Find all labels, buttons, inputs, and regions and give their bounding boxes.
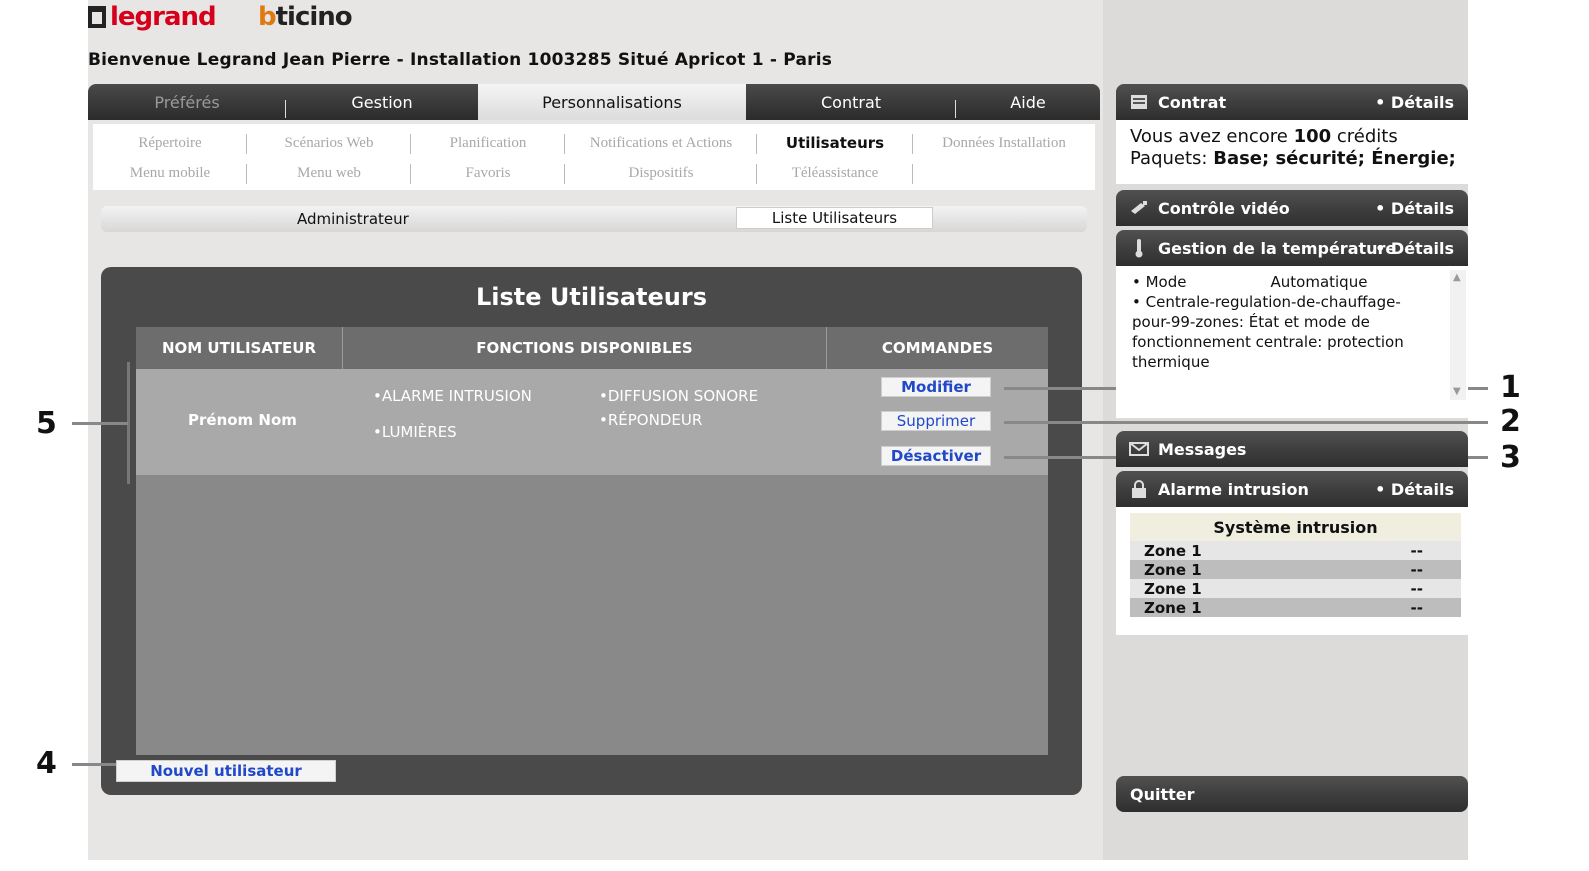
tab-gestion[interactable]: Gestion [286, 84, 478, 120]
document-icon [1128, 92, 1150, 112]
function-item: •DIFFUSION SONORE [599, 387, 759, 405]
scroll-down-icon[interactable]: ▼ [1453, 386, 1461, 397]
supprimer-button[interactable]: Supprimer [881, 411, 991, 431]
sub-item-menu-web[interactable]: Menu web [247, 158, 411, 188]
welcome-text: Bienvenue Legrand Jean Pierre - Installa… [88, 50, 833, 70]
users-table: NOM UTILISATEUR FONCTIONS DISPONIBLES CO… [136, 327, 1048, 755]
scroll-up-icon[interactable]: ▲ [1453, 272, 1461, 283]
callout-3: 3 [1500, 440, 1521, 475]
sub-menu-row-1: Répertoire Scénarios Web Planification N… [93, 128, 1095, 158]
sub-item-repertoire[interactable]: Répertoire [93, 128, 247, 158]
zone-row: Zone 1 -- [1130, 560, 1461, 579]
lock-icon [1128, 479, 1150, 499]
admin-bar: Administrateur Liste Utilisateurs [101, 206, 1087, 232]
sub-item-donnees-installation[interactable]: Données Installation [913, 128, 1095, 158]
system-intrusion-title: Système intrusion [1130, 513, 1461, 541]
tab-aide[interactable]: Aide [956, 84, 1100, 120]
panel-title: Liste Utilisateurs [476, 283, 707, 311]
function-item: •LUMIÈRES [373, 423, 457, 441]
function-item: •RÉPONDEUR [599, 411, 703, 429]
camera-icon [1128, 198, 1150, 218]
legrand-logo: legrand [88, 0, 217, 34]
sub-item-utilisateurs[interactable]: Utilisateurs [757, 128, 913, 158]
alarme-body: Système intrusion Zone 1 -- Zone 1 -- Zone… [1116, 507, 1468, 635]
bticino-logo: b ticino [258, 2, 353, 32]
table-row: Prénom Nom •ALARME INTRUSION •LUMIÈRES •… [136, 369, 1048, 475]
envelope-icon [1128, 439, 1150, 459]
zone-row: Zone 1 -- [1130, 541, 1461, 560]
main-tabs: Préférés Gestion Personnalisations Contr… [88, 84, 1100, 120]
credits-count: 100 [1293, 126, 1332, 147]
sub-item-teleassistance[interactable]: Téléassistance [757, 158, 913, 188]
quitter-button[interactable]: Quitter [1116, 776, 1468, 812]
video-header[interactable]: Contrôle vidéo • Détails [1116, 190, 1468, 226]
thermometer-icon [1128, 238, 1150, 258]
mode-value: Automatique [1270, 273, 1368, 291]
legrand-mark-icon [88, 6, 106, 28]
zone-row: Zone 1 -- [1130, 579, 1461, 598]
callout-line-4 [72, 763, 116, 766]
video-details-link[interactable]: • Détails [1375, 199, 1454, 218]
tab-personnalisations[interactable]: Personnalisations [478, 84, 746, 120]
system-intrusion-table: Système intrusion Zone 1 -- Zone 1 -- Zone… [1130, 513, 1461, 617]
sub-item-scenarios-web[interactable]: Scénarios Web [247, 128, 411, 158]
contrat-details-link[interactable]: • Détails [1375, 93, 1454, 112]
nouvel-utilisateur-button[interactable]: Nouvel utilisateur [116, 760, 336, 782]
packages-list: Base; sécurité; Énergie; [1213, 148, 1456, 169]
tab-contrat[interactable]: Contrat [746, 84, 956, 120]
temperature-scrollbar[interactable]: ▲ ▼ [1450, 270, 1466, 400]
liste-utilisateurs-tab[interactable]: Liste Utilisateurs [736, 207, 933, 229]
temperature-body: • Mode Automatique • Centrale-regulation-… [1116, 266, 1468, 418]
alarme-header[interactable]: Alarme intrusion • Détails [1116, 471, 1468, 507]
messages-header[interactable]: Messages [1116, 431, 1468, 467]
sub-item-planification[interactable]: Planification [411, 128, 565, 158]
desactiver-button[interactable]: Désactiver [881, 446, 991, 466]
sub-menu-row-2: Menu mobile Menu web Favoris Dispositifs… [93, 158, 913, 188]
contrat-header[interactable]: Contrat • Détails [1116, 84, 1468, 120]
header-fonctions: FONCTIONS DISPONIBLES [343, 327, 827, 369]
function-item: •ALARME INTRUSION [373, 387, 532, 405]
administrateur-tab[interactable]: Administrateur [297, 210, 409, 228]
zone-row: Zone 1 -- [1130, 598, 1461, 617]
callout-2: 2 [1500, 404, 1521, 439]
header-commandes: COMMANDES [881, 339, 994, 357]
alarme-details-link[interactable]: • Détails [1375, 480, 1454, 499]
table-header: NOM UTILISATEUR FONCTIONS DISPONIBLES CO… [136, 327, 1048, 369]
callout-4: 4 [36, 746, 57, 781]
callout-line-2 [1004, 421, 1488, 424]
sub-item-favoris[interactable]: Favoris [411, 158, 565, 188]
sub-item-notifications[interactable]: Notifications et Actions [565, 128, 757, 158]
callout-1: 1 [1500, 370, 1521, 405]
modifier-button[interactable]: Modifier [881, 377, 991, 397]
user-name: Prénom Nom [188, 411, 297, 429]
temperature-header[interactable]: Gestion de la température • Détails [1116, 230, 1468, 266]
callout-5: 5 [36, 406, 57, 441]
temperature-details-link[interactable]: • Détails [1375, 239, 1454, 258]
sub-item-dispositifs[interactable]: Dispositifs [565, 158, 757, 188]
users-panel: Liste Utilisateurs NOM UTILISATEUR FONCT… [101, 267, 1082, 795]
tab-preferes[interactable]: Préférés [88, 84, 286, 120]
sub-item-menu-mobile[interactable]: Menu mobile [93, 158, 247, 188]
callout-line-5 [72, 422, 128, 425]
contrat-body: Vous avez encore 100 crédits Paquets: Ba… [1116, 120, 1468, 184]
sub-menu: Répertoire Scénarios Web Planification N… [93, 124, 1095, 190]
header-nom-utilisateur: NOM UTILISATEUR [136, 327, 343, 369]
